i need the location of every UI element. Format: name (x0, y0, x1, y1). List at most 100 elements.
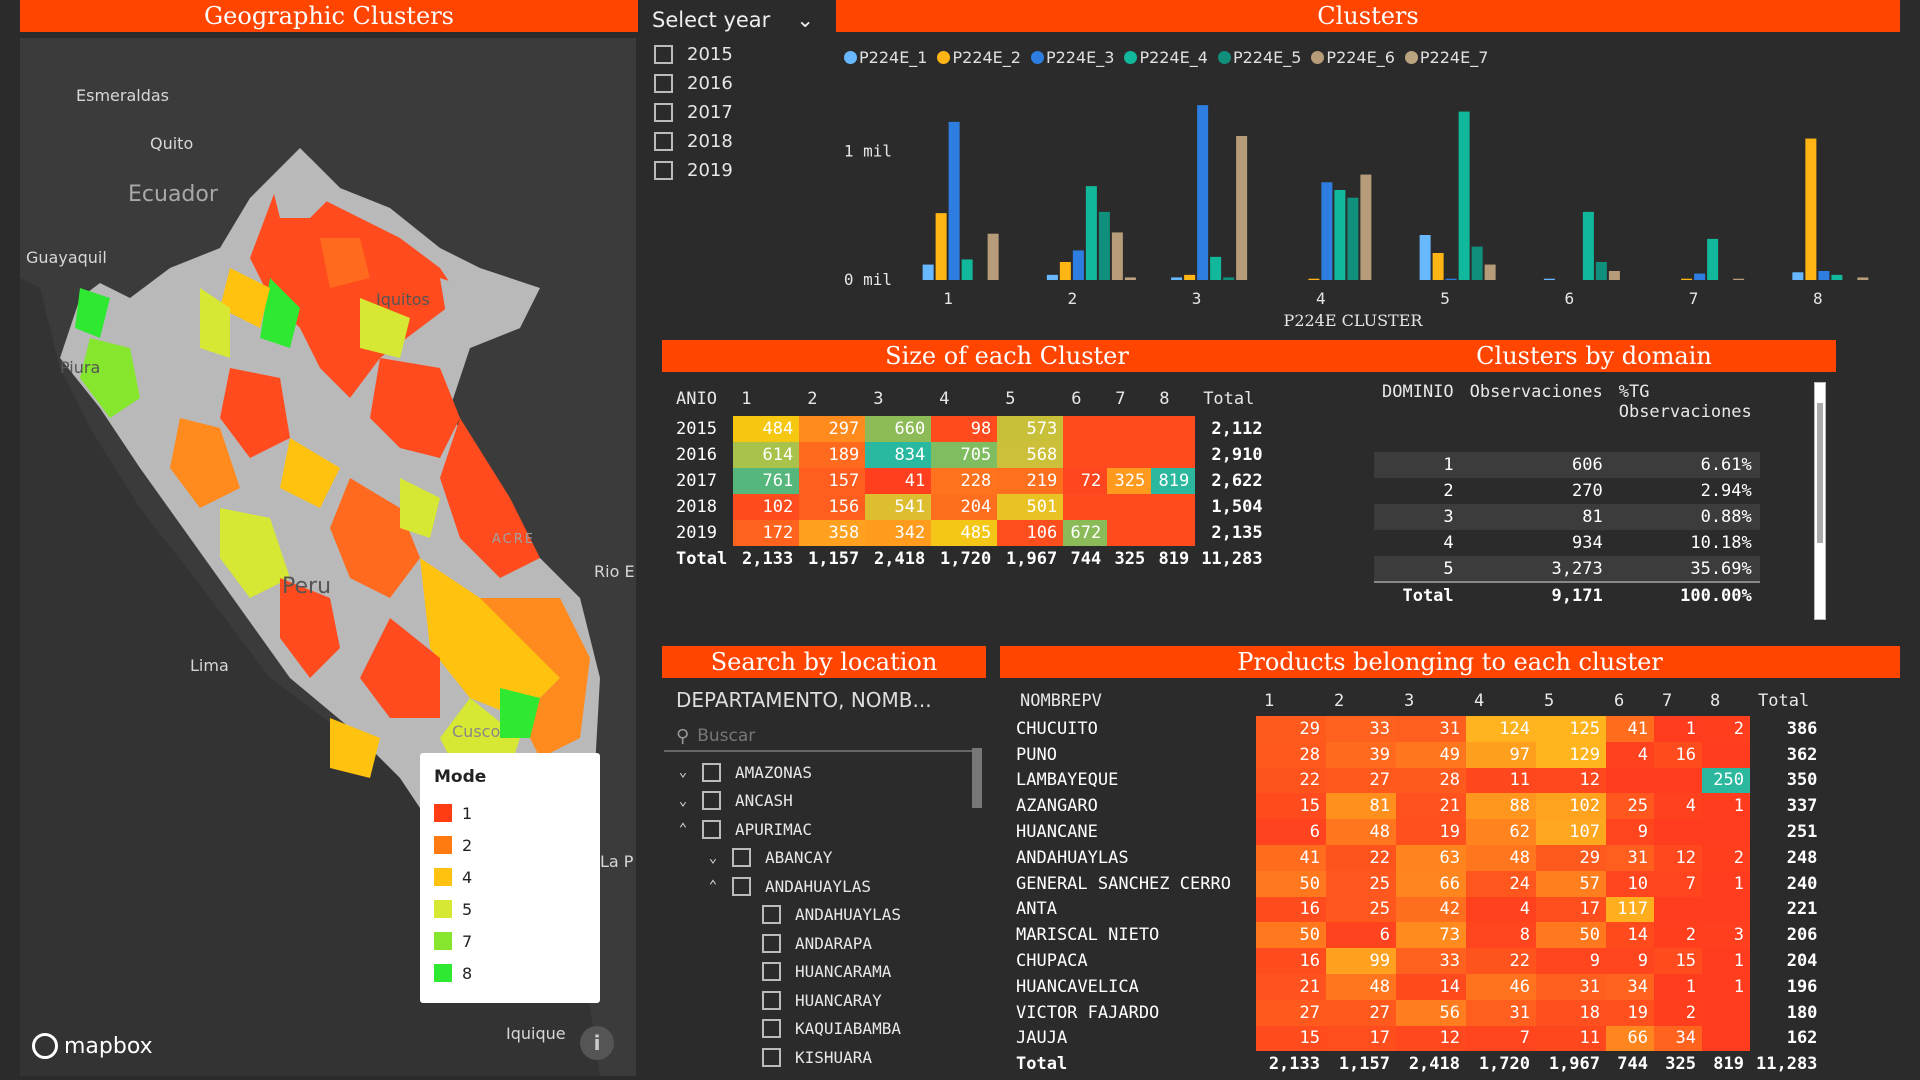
product-col-header[interactable]: NOMBREPV (1012, 686, 1256, 716)
location-search-input[interactable]: ⚲ Buscar (664, 722, 980, 752)
bar-P224E_5-cluster-4[interactable] (1347, 197, 1359, 280)
checkbox[interactable] (732, 876, 751, 896)
bar-P224E_2-cluster-2[interactable] (1059, 262, 1071, 280)
product-col-header[interactable]: Total (1750, 686, 1823, 716)
bar-P224E_4-cluster-2[interactable] (1085, 186, 1097, 280)
chevron-icon[interactable]: ⌄ (702, 850, 724, 866)
product-col-header[interactable]: 1 (1256, 686, 1326, 716)
chevron-icon[interactable]: ⌄ (672, 764, 694, 780)
location-item[interactable]: ⌄ ABANCAY (672, 844, 984, 873)
bar-P224E_2-cluster-7[interactable] (1681, 278, 1693, 280)
year-option-2017[interactable]: 2017 (640, 98, 826, 127)
bar-P224E_6-cluster-8[interactable] (1857, 277, 1869, 280)
bar-P224E_3-cluster-3[interactable] (1197, 105, 1209, 281)
checkbox[interactable] (762, 990, 781, 1010)
bar-P224E_4-cluster-6[interactable] (1582, 211, 1594, 280)
checkbox[interactable] (654, 74, 673, 93)
checkbox[interactable] (762, 905, 781, 925)
bar-P224E_6-cluster-7[interactable] (1733, 278, 1745, 280)
location-item[interactable]: HUANCARAMA (672, 958, 984, 987)
location-item[interactable]: KAQUIABAMBA (672, 1015, 984, 1044)
product-col-header[interactable]: 7 (1654, 686, 1702, 716)
year-option-2016[interactable]: 2016 (640, 69, 826, 98)
location-item[interactable]: KISHUARA (672, 1043, 984, 1072)
chevron-icon[interactable]: ⌃ (672, 821, 694, 837)
bar-P224E_4-cluster-1[interactable] (961, 259, 973, 280)
bar-P224E_5-cluster-6[interactable] (1595, 262, 1607, 280)
info-button[interactable]: i (580, 1026, 614, 1060)
bar-P224E_3-cluster-4[interactable] (1321, 182, 1333, 280)
bar-P224E_7-cluster-2[interactable] (1124, 277, 1136, 280)
bar-P224E_5-cluster-3[interactable] (1223, 277, 1235, 280)
bar-P224E_4-cluster-8[interactable] (1831, 274, 1843, 280)
product-col-header[interactable]: 6 (1606, 686, 1654, 716)
location-item[interactable]: ANDARAPA (672, 929, 984, 958)
bar-P224E_1-cluster-1[interactable] (922, 264, 934, 280)
location-item[interactable]: ⌄ AMAZONAS (672, 758, 984, 787)
location-item[interactable]: HUANCARAY (672, 986, 984, 1015)
checkbox[interactable] (702, 819, 721, 839)
location-item[interactable]: ANDAHUAYLAS (672, 901, 984, 930)
year-option-2015[interactable]: 2015 (640, 40, 826, 69)
bar-P224E_2-cluster-5[interactable] (1432, 253, 1444, 280)
bar-P224E_4-cluster-7[interactable] (1707, 238, 1719, 280)
product-col-header[interactable]: 3 (1396, 686, 1466, 716)
bar-P224E_6-cluster-6[interactable] (1608, 271, 1620, 280)
bar-P224E_3-cluster-2[interactable] (1072, 250, 1084, 280)
bar-P224E_1-cluster-2[interactable] (1046, 274, 1058, 280)
bar-P224E_1-cluster-6[interactable] (1543, 278, 1555, 280)
bar-P224E_2-cluster-4[interactable] (1308, 278, 1320, 280)
bar-P224E_3-cluster-7[interactable] (1694, 273, 1706, 280)
checkbox[interactable] (654, 103, 673, 122)
domain-scrollbar[interactable] (1814, 382, 1826, 620)
bar-P224E_6-cluster-5[interactable] (1484, 264, 1496, 280)
location-slicer[interactable]: DEPARTAMENTO, NOMB... ⚲ Buscar ⌄ AMAZONAS… (664, 678, 984, 1078)
checkbox[interactable] (732, 848, 751, 868)
checkbox[interactable] (762, 1019, 781, 1039)
checkbox[interactable] (654, 161, 673, 180)
chevron-icon[interactable]: ⌄ (672, 793, 694, 809)
location-item[interactable]: ⌃ APURIMAC (672, 815, 984, 844)
bar-P224E_3-cluster-1[interactable] (948, 121, 960, 280)
checkbox[interactable] (762, 1047, 781, 1067)
bar-P224E_2-cluster-1[interactable] (935, 213, 947, 280)
location-item[interactable]: ⌄ ANCASH (672, 787, 984, 816)
product-col-header[interactable]: 8 (1702, 686, 1750, 716)
bar-P224E_3-cluster-8[interactable] (1818, 271, 1830, 280)
bar-P224E_4-cluster-5[interactable] (1458, 111, 1470, 280)
mapbox-logo[interactable]: mapbox (32, 1033, 153, 1059)
chevron-down-icon[interactable]: ⌄ (796, 8, 814, 32)
checkbox[interactable] (702, 791, 721, 811)
checkbox[interactable] (654, 132, 673, 151)
geographic-map[interactable]: Esmeraldas Quito Ecuador Guayaquil Iquit… (20, 38, 636, 1076)
bar-P224E_5-cluster-5[interactable] (1471, 246, 1483, 280)
location-scrollbar[interactable] (972, 748, 982, 808)
bar-P224E_1-cluster-5[interactable] (1419, 235, 1431, 280)
checkbox[interactable] (702, 762, 721, 782)
bar-P224E_4-cluster-4[interactable] (1334, 190, 1346, 280)
bar-P224E_6-cluster-3[interactable] (1236, 136, 1248, 280)
bar-P224E_5-cluster-2[interactable] (1098, 211, 1110, 280)
product-col-header[interactable]: 5 (1536, 686, 1606, 716)
domain-scroll-thumb[interactable] (1817, 403, 1823, 543)
bar-P224E_1-cluster-3[interactable] (1171, 277, 1183, 280)
bar-P224E_3-cluster-5[interactable] (1445, 278, 1457, 280)
bar-P224E_6-cluster-1[interactable] (987, 233, 999, 280)
clusters-bar-chart[interactable]: 0 mil 1 mil 1 2 3 4 5 6 7 8 P224E CLUSTER (836, 40, 1900, 335)
year-option-2019[interactable]: 2019 (640, 156, 826, 185)
checkbox[interactable] (654, 45, 673, 64)
checkbox[interactable] (762, 962, 781, 982)
bar-P224E_6-cluster-4[interactable] (1360, 174, 1372, 280)
product-col-header[interactable]: 4 (1466, 686, 1536, 716)
bar-P224E_2-cluster-8[interactable] (1805, 138, 1817, 280)
year-option-2018[interactable]: 2018 (640, 127, 826, 156)
chevron-icon[interactable]: ⌃ (702, 878, 724, 894)
location-item[interactable]: ⌃ ANDAHUAYLAS (672, 872, 984, 901)
bar-P224E_1-cluster-8[interactable] (1792, 272, 1804, 280)
bar-P224E_4-cluster-3[interactable] (1210, 256, 1222, 280)
year-slicer[interactable]: Select year ⌄ 2015 2016 2017 2018 2019 (640, 0, 826, 190)
bar-P224E_2-cluster-3[interactable] (1184, 274, 1196, 280)
bar-P224E_6-cluster-2[interactable] (1111, 232, 1123, 280)
product-col-header[interactable]: 2 (1326, 686, 1396, 716)
checkbox[interactable] (762, 933, 781, 953)
